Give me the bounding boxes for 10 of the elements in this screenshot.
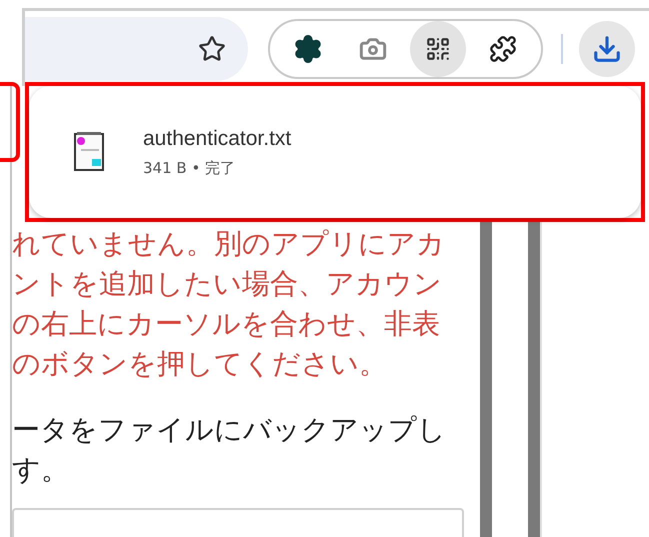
text-file-icon: [73, 131, 107, 173]
warning-text: ントを追加したい場合、アカウン: [12, 266, 443, 302]
warning-text: のボタンを押してください。: [12, 346, 388, 382]
body-text: す。: [12, 452, 70, 488]
body-text: ータをファイルにバックアップし: [12, 412, 447, 448]
file-name[interactable]: authenticator.txt: [143, 126, 292, 150]
bookmark-star-icon[interactable]: [198, 34, 226, 62]
warning-text: の右上にカーソルを合わせ、非表: [12, 306, 441, 342]
warning-text: れていません。別のアプリにアカ: [12, 226, 446, 262]
download-status: 341 B • 完了: [143, 158, 236, 178]
